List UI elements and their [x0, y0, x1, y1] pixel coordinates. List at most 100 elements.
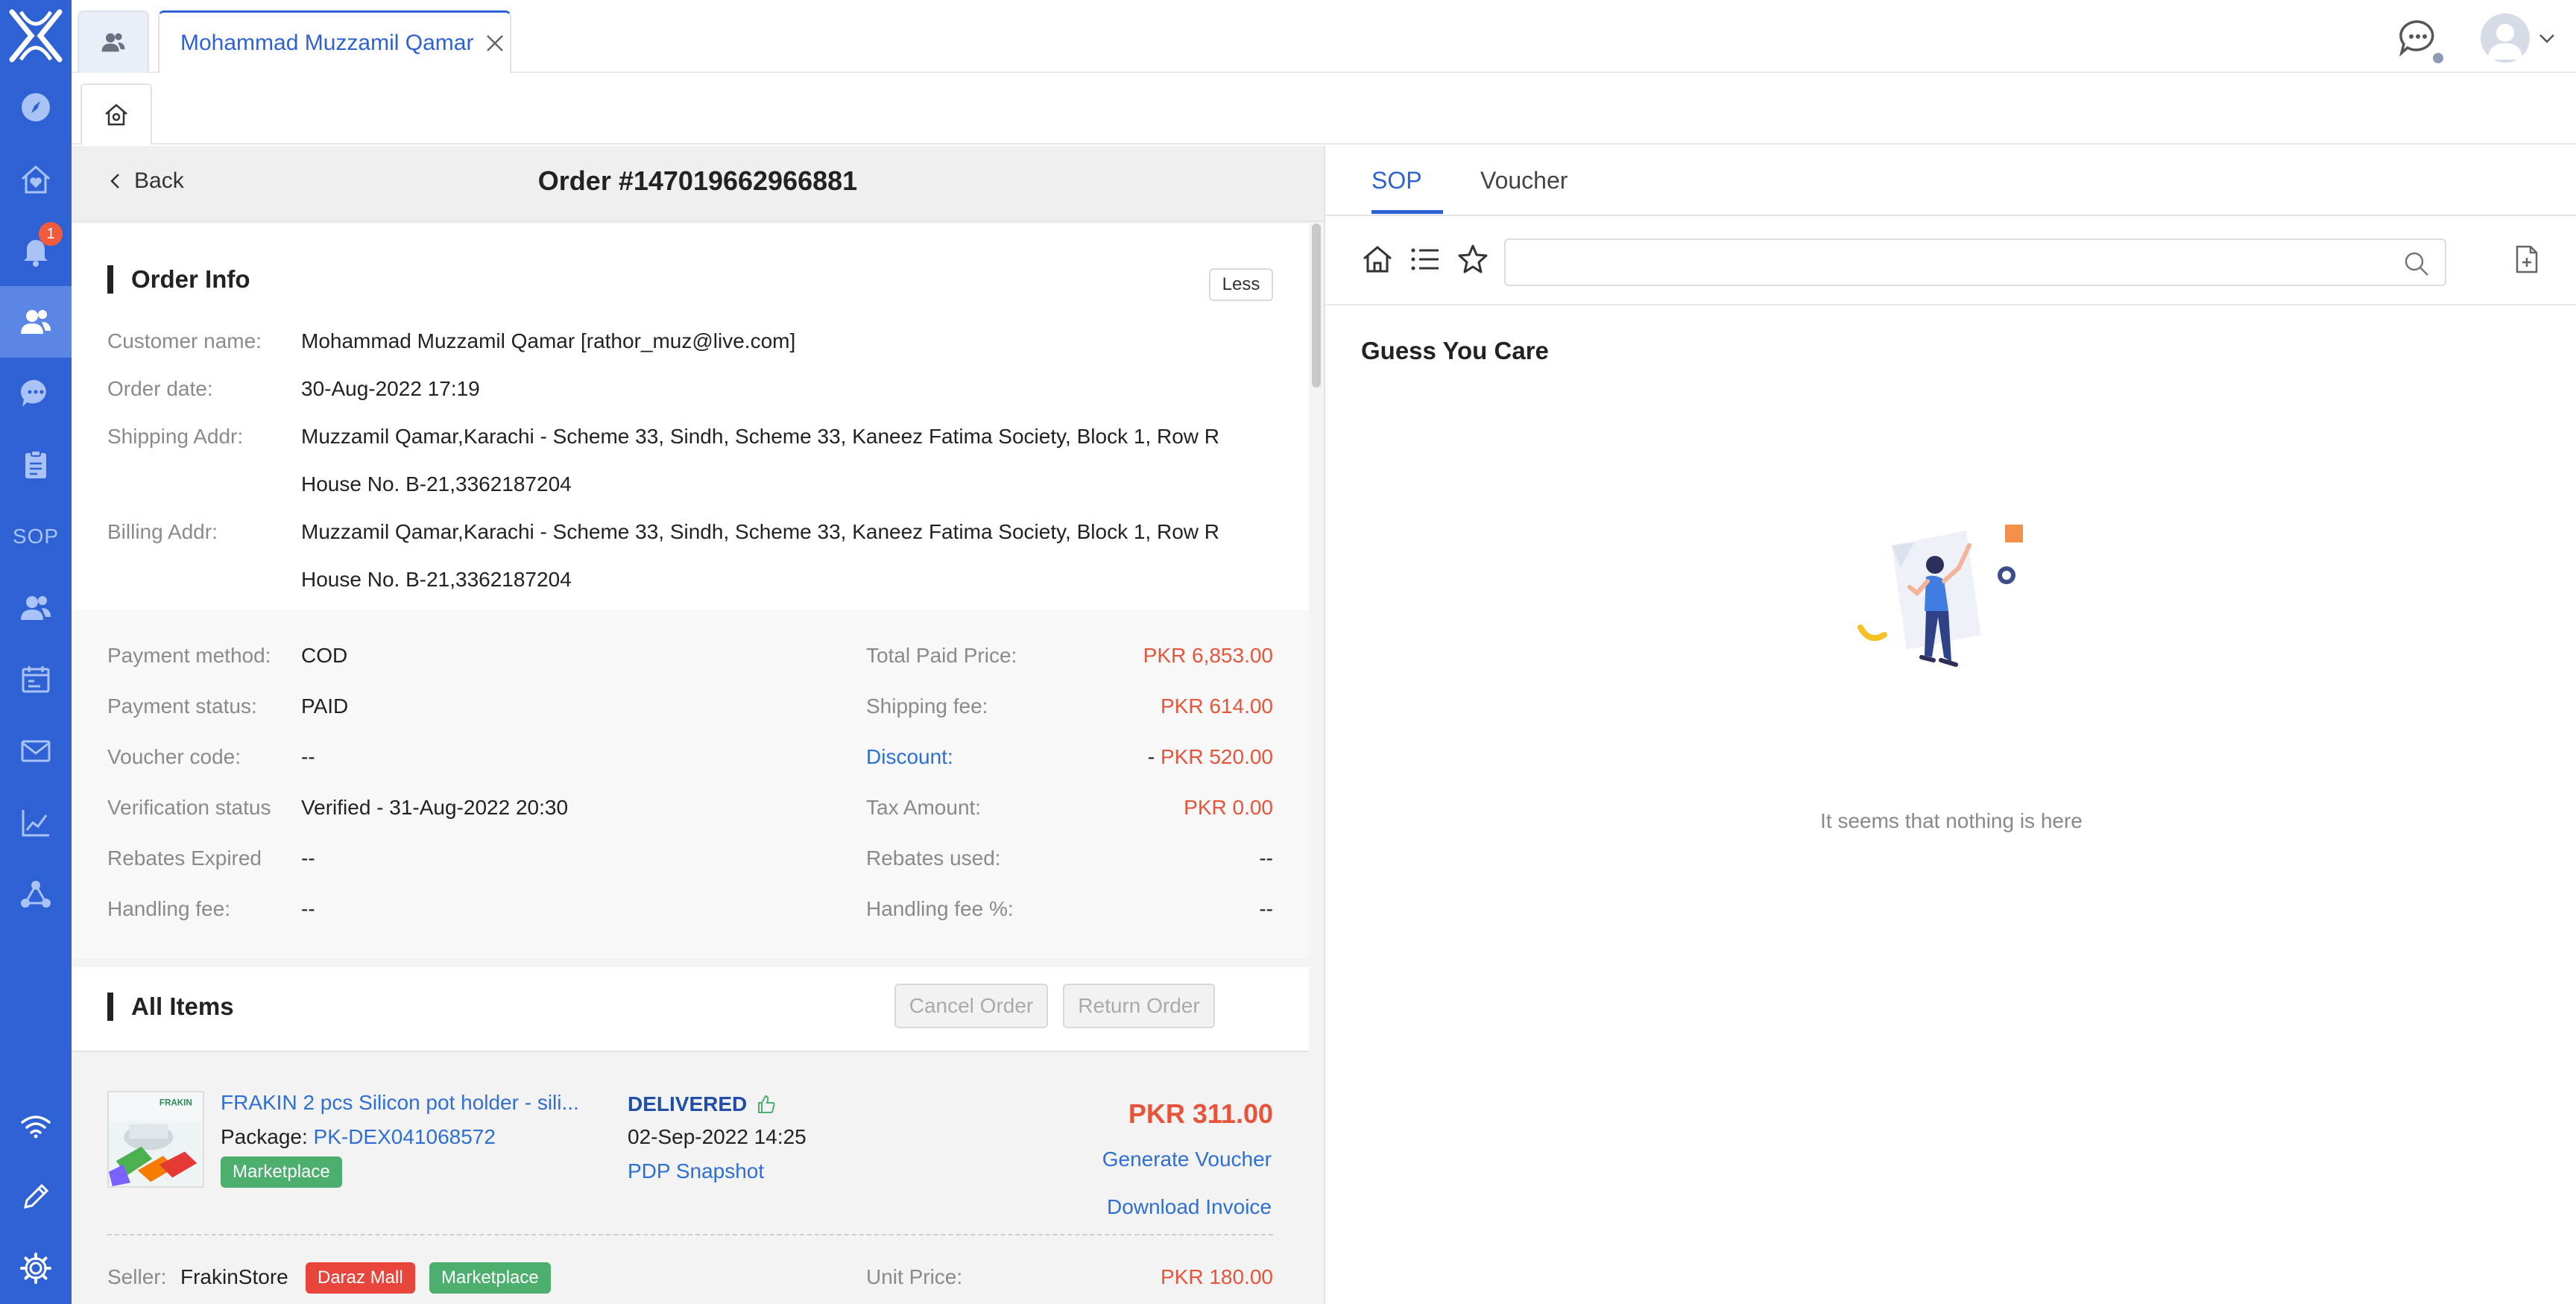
search-icon[interactable]	[2403, 250, 2430, 277]
sidebar-clipboard-icon[interactable]	[0, 429, 72, 501]
shipping-addr-line1: Muzzamil Qamar,Karachi - Scheme 33, Sind…	[301, 425, 1219, 448]
scrollbar[interactable]	[1312, 224, 1321, 387]
return-order-button[interactable]: Return Order	[1063, 984, 1215, 1028]
sidebar-compass-icon[interactable]	[0, 72, 72, 143]
handling-fee-value: --	[301, 897, 315, 920]
customer-value: Mohammad Muzzamil Qamar [rathor_muz@live…	[301, 329, 796, 352]
payment-method-label: Payment method:	[107, 644, 271, 667]
list-icon[interactable]	[1409, 243, 1442, 276]
sidebar-sop-icon[interactable]: SOP	[0, 501, 72, 572]
sidebar-network-icon[interactable]	[0, 858, 72, 930]
tab-sop[interactable]: SOP	[1371, 167, 1422, 194]
billing-addr-label: Billing Addr:	[107, 520, 218, 543]
package-info: Package: PK-DEX041068572	[221, 1125, 496, 1149]
total-paid-value: PKR 6,853.00	[1143, 644, 1273, 667]
unit-price-value: PKR 180.00	[1161, 1265, 1273, 1288]
sidebar-mail-icon[interactable]	[0, 715, 72, 787]
discount-prefix: -	[1147, 745, 1161, 768]
item-price: PKR 311.00	[1128, 1098, 1273, 1129]
payment-method-value: COD	[301, 644, 348, 667]
sidebar: 1 SOP	[0, 0, 72, 1304]
pdp-snapshot-link[interactable]: PDP Snapshot	[628, 1159, 764, 1183]
close-icon[interactable]	[484, 32, 506, 54]
sub-bar	[72, 73, 2576, 145]
cancel-order-button[interactable]: Cancel Order	[894, 984, 1048, 1028]
all-items-header: All Items Cancel Order Return Order	[72, 967, 1309, 1051]
handling-pct-value: --	[1259, 897, 1273, 920]
list-item: FRAKIN FRAKIN 2 pcs Silicon pot holder -…	[72, 1051, 1309, 1304]
voucher-code-value: --	[301, 745, 315, 768]
sidebar-settings-icon[interactable]	[0, 1232, 72, 1304]
sidebar-notification-icon[interactable]: 1	[0, 215, 72, 286]
marketplace-tag: Marketplace	[221, 1156, 342, 1188]
order-info-section: Order Info Less Customer name: Mohammad …	[72, 224, 1309, 610]
home-icon[interactable]	[1361, 243, 1394, 276]
tab-customer-label: Mohammad Muzzamil Qamar	[180, 30, 474, 55]
package-id-link[interactable]: PK-DEX041068572	[314, 1125, 496, 1148]
sidebar-users-icon[interactable]	[0, 572, 72, 644]
shipping-addr-label: Shipping Addr:	[107, 425, 244, 448]
daraz-mall-tag: Daraz Mall	[306, 1262, 415, 1294]
search-input[interactable]	[1504, 238, 2446, 286]
tax-label: Tax Amount:	[866, 796, 982, 819]
tab-customer[interactable]: Mohammad Muzzamil Qamar	[158, 10, 511, 73]
order-header: Back Order #147019662966881	[72, 146, 1324, 222]
chevron-down-icon	[2539, 34, 2554, 43]
verification-value: Verified - 31-Aug-2022 20:30	[301, 796, 569, 819]
delivery-status: DELIVERED	[628, 1092, 748, 1115]
verification-label: Verification status	[107, 796, 271, 819]
divider	[1325, 304, 2576, 306]
sidebar-customers-icon[interactable]	[0, 286, 72, 358]
empty-state-text: It seems that nothing is here	[1820, 809, 2083, 832]
new-document-icon[interactable]	[2513, 244, 2540, 274]
payment-status-value: PAID	[301, 694, 349, 718]
sidebar-chat-icon[interactable]	[0, 358, 72, 429]
contacts-icon	[101, 33, 125, 52]
seller-marketplace-tag: Marketplace	[429, 1262, 551, 1294]
empty-state-illustration	[1857, 525, 2023, 667]
messages-icon[interactable]	[2397, 17, 2443, 63]
order-date-label: Order date:	[107, 377, 213, 400]
divider	[107, 1234, 1273, 1235]
top-bar: Mohammad Muzzamil Qamar	[72, 0, 2576, 73]
sidebar-edit-icon[interactable]	[0, 1161, 72, 1232]
discount-link[interactable]: Discount:	[866, 745, 953, 769]
voucher-code-label: Voucher code:	[107, 745, 242, 768]
billing-addr-line1: Muzzamil Qamar,Karachi - Scheme 33, Sind…	[301, 520, 1219, 543]
order-title: Order #147019662966881	[537, 165, 858, 196]
thumbnail-brand: FRAKIN	[160, 1098, 192, 1107]
guess-you-care-title: Guess You Care	[1361, 337, 1549, 364]
shipping-fee-label: Shipping fee:	[866, 694, 988, 718]
generate-voucher-link[interactable]: Generate Voucher	[1102, 1148, 1272, 1171]
download-invoice-link[interactable]: Download Invoice	[1107, 1195, 1272, 1219]
product-name-link[interactable]: FRAKIN 2 pcs Silicon pot holder - sili..…	[221, 1091, 579, 1115]
seller-value: FrakinStore	[180, 1265, 288, 1288]
order-date-value: 30-Aug-2022 17:19	[301, 377, 480, 400]
rebates-used-value: --	[1259, 846, 1273, 870]
rebates-expired-label: Rebates Expired	[107, 846, 262, 870]
divider	[1325, 215, 2576, 216]
tab-contacts[interactable]	[78, 10, 149, 73]
thumbs-up-icon[interactable]	[756, 1094, 777, 1115]
app-logo-icon[interactable]	[6, 6, 66, 66]
delivery-date: 02-Sep-2022 14:25	[628, 1125, 806, 1148]
sidebar-wifi-icon[interactable]	[0, 1089, 72, 1161]
sidebar-calendar-icon[interactable]	[0, 644, 72, 715]
sidebar-chart-icon[interactable]	[0, 787, 72, 858]
star-icon[interactable]	[1456, 243, 1489, 276]
user-menu[interactable]	[2481, 13, 2557, 63]
tab-voucher[interactable]: Voucher	[1480, 167, 1568, 194]
discount-value: - PKR 520.00	[1148, 745, 1273, 769]
avatar	[2481, 13, 2530, 63]
tax-value: PKR 0.00	[1184, 796, 1273, 819]
total-paid-label: Total Paid Price:	[866, 644, 1017, 667]
sidebar-home-heart-icon[interactable]	[0, 143, 72, 215]
home-icon	[105, 104, 127, 126]
notification-badge: 1	[39, 222, 63, 246]
rebates-expired-value: --	[301, 846, 315, 870]
handling-pct-label: Handling fee %:	[866, 897, 1014, 920]
less-button[interactable]: Less	[1209, 268, 1273, 301]
unit-price-label: Unit Price:	[866, 1265, 963, 1288]
product-thumbnail[interactable]: FRAKIN	[107, 1091, 204, 1188]
home-tab[interactable]	[80, 83, 152, 145]
